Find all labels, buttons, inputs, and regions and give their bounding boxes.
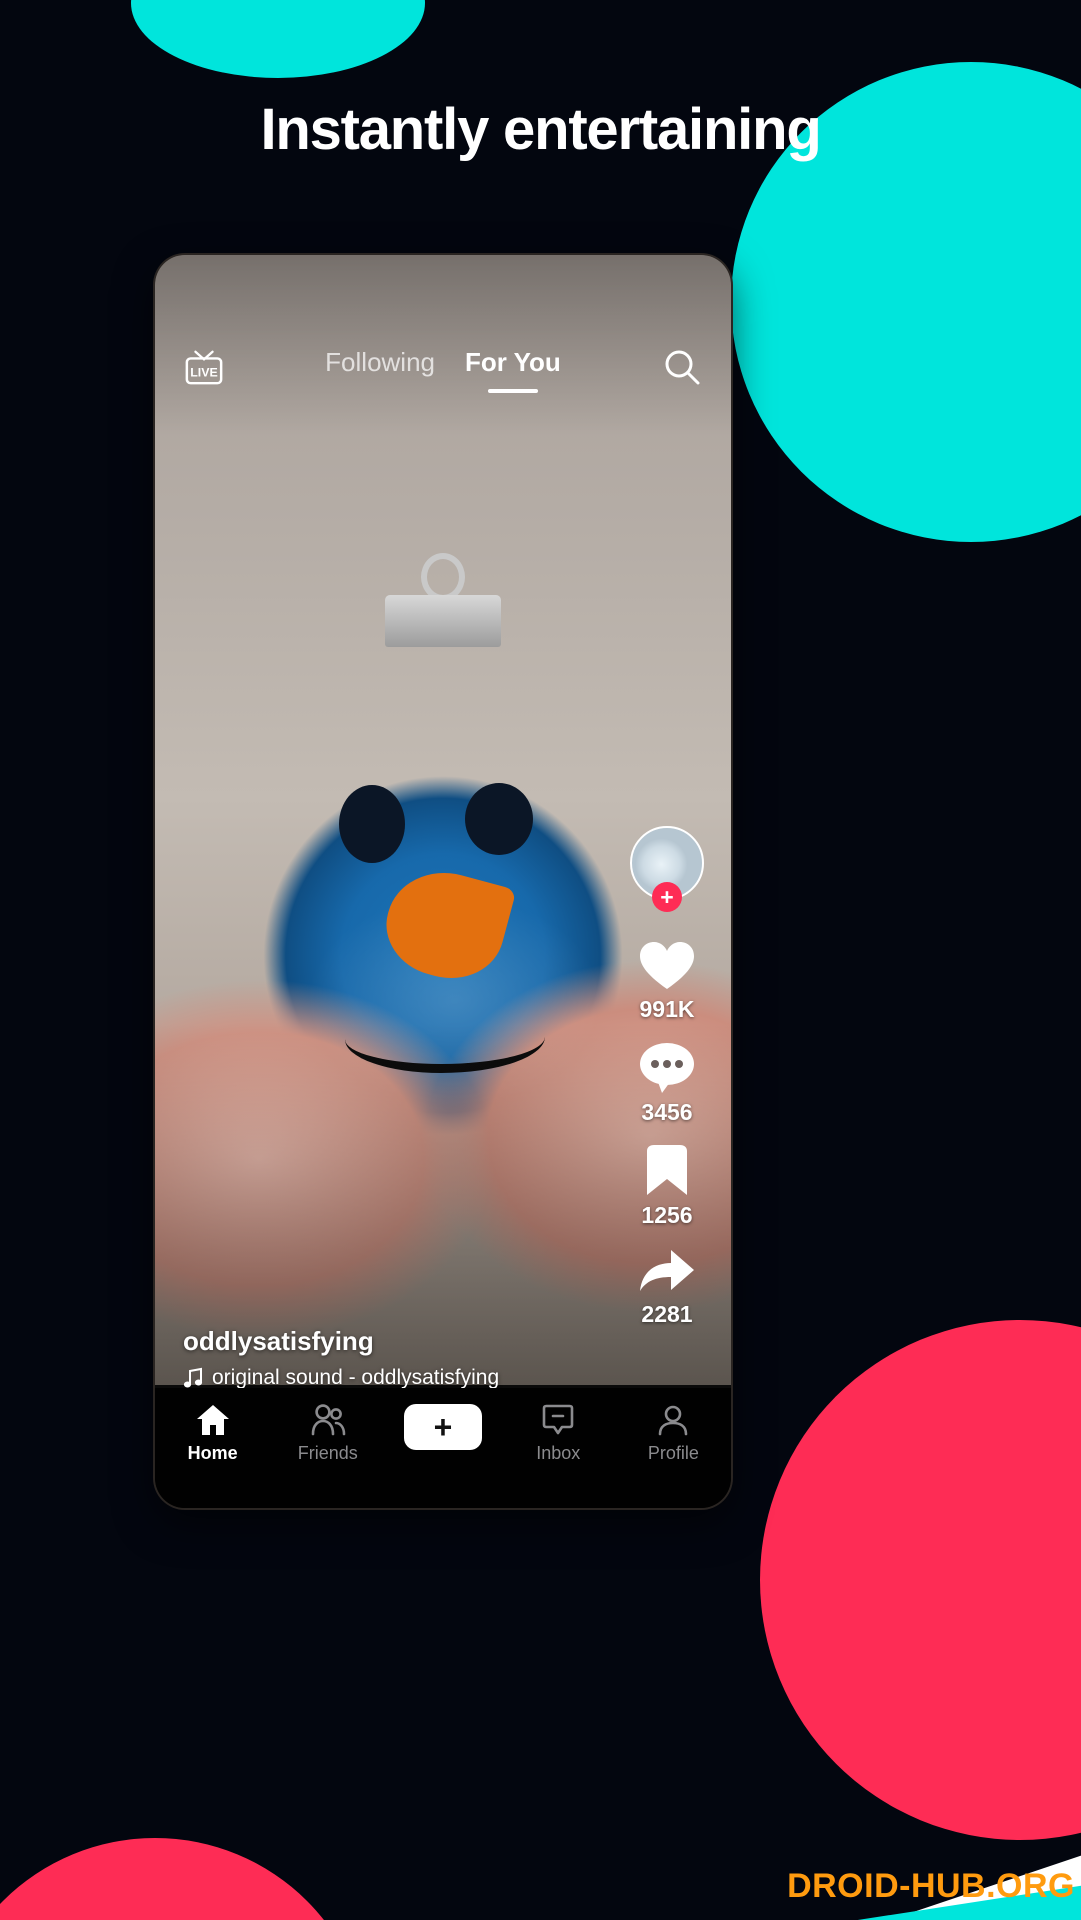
- nav-item-create[interactable]: +: [385, 1404, 500, 1450]
- ornament-eye-right: [465, 783, 533, 855]
- phone-mockup: LIVE Following For You + 991K 3456 1256 …: [155, 255, 731, 1508]
- nav-item-inbox[interactable]: Inbox: [501, 1404, 616, 1464]
- action-rail: + 991K 3456 1256 2281: [621, 826, 713, 1328]
- nav-label-friends: Friends: [297, 1443, 358, 1463]
- bottom-navigation: Home Friends + Inbox Profile: [155, 1388, 731, 1508]
- share-count: 2281: [641, 1301, 693, 1327]
- tab-for-you[interactable]: For You: [465, 347, 561, 387]
- search-icon[interactable]: [661, 346, 703, 388]
- comment-count: 3456: [641, 1099, 693, 1125]
- share-icon: [640, 1250, 694, 1291]
- page-title: Instantly entertaining: [260, 97, 821, 162]
- video-caption: oddlysatisfying original sound - oddlysa…: [183, 1326, 613, 1390]
- profile-icon: [659, 1405, 688, 1436]
- ornament-loop: [421, 553, 465, 601]
- nav-item-friends[interactable]: Friends: [270, 1404, 385, 1464]
- author-username[interactable]: oddlysatisfying: [183, 1326, 613, 1357]
- decorative-circle-cyan-top: [131, 0, 425, 78]
- feed-tabs: Following For You: [225, 347, 661, 387]
- ornament-cap: [385, 595, 501, 647]
- promo-screenshot: Instantly entertaining LIVE Following Fo…: [0, 0, 1081, 1920]
- inbox-icon: [542, 1404, 574, 1435]
- svg-text:LIVE: LIVE: [190, 366, 218, 380]
- heart-icon: [640, 942, 694, 989]
- site-watermark: DROID-HUB.ORG: [787, 1867, 1075, 1905]
- plus-icon: +: [433, 1409, 453, 1445]
- home-icon: [196, 1405, 229, 1435]
- share-button[interactable]: 2281: [638, 1247, 696, 1328]
- bookmark-count: 1256: [641, 1202, 693, 1228]
- like-button[interactable]: 991K: [638, 940, 696, 1023]
- sound-title: original sound - oddlysatisfying: [212, 1366, 500, 1389]
- nav-label-profile: Profile: [647, 1443, 699, 1463]
- sound-row[interactable]: original sound - oddlysatisfying: [183, 1366, 613, 1390]
- comment-icon: [640, 1043, 694, 1093]
- ornament-eye-left: [339, 785, 405, 863]
- top-navigation: LIVE Following For You: [155, 335, 731, 399]
- tab-following[interactable]: Following: [325, 347, 435, 387]
- ornament-nose: [375, 859, 517, 991]
- decorative-circle-pink-bottom: [760, 1320, 1081, 1840]
- nav-label-home: Home: [187, 1443, 238, 1463]
- decorative-circle-pink-left: [0, 1838, 370, 1920]
- follow-button[interactable]: +: [652, 882, 682, 912]
- create-button[interactable]: +: [397, 1404, 489, 1450]
- comment-button[interactable]: 3456: [638, 1041, 696, 1126]
- music-note-icon: [183, 1367, 203, 1388]
- nav-item-profile[interactable]: Profile: [616, 1404, 731, 1464]
- live-tv-icon[interactable]: LIVE: [183, 347, 225, 387]
- ornament-mouth: [345, 1003, 545, 1073]
- bookmark-button[interactable]: 1256: [641, 1144, 693, 1229]
- app-screen: LIVE Following For You + 991K 3456 1256 …: [155, 255, 731, 1508]
- like-count: 991K: [639, 996, 695, 1022]
- friends-icon: [311, 1404, 346, 1436]
- nav-item-home[interactable]: Home: [155, 1404, 270, 1464]
- author-avatar-button[interactable]: +: [630, 826, 704, 912]
- nav-label-inbox: Inbox: [536, 1443, 581, 1463]
- bookmark-icon: [647, 1145, 687, 1195]
